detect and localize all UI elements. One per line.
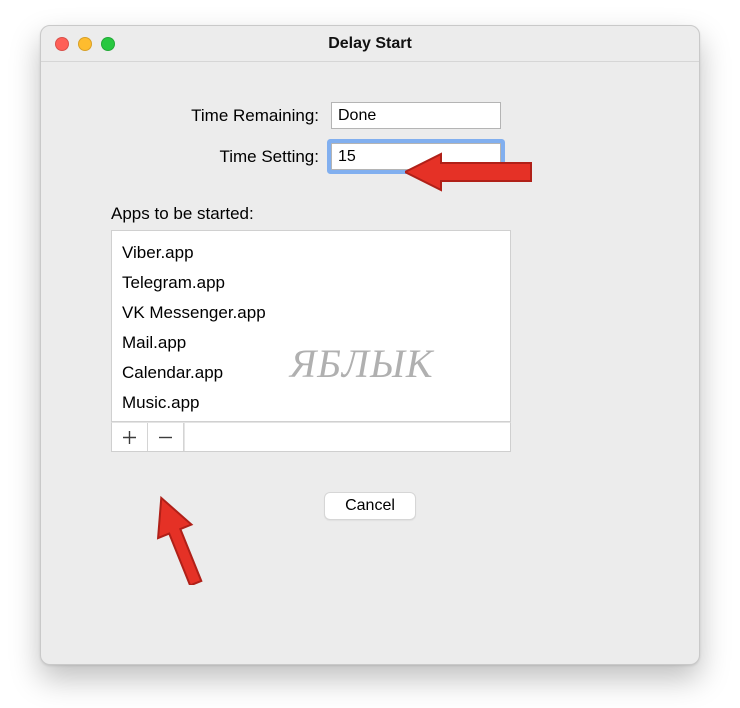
cancel-row: Cancel [111, 492, 629, 520]
list-item[interactable]: Telegram.app [122, 268, 500, 298]
apps-list[interactable]: Viber.app Telegram.app VK Messenger.app … [111, 230, 511, 422]
controls-spacer [184, 423, 510, 451]
list-item[interactable]: Viber.app [122, 238, 500, 268]
list-item[interactable]: Mail.app [122, 328, 500, 358]
time-remaining-row: Time Remaining: Done [111, 102, 629, 129]
list-controls [111, 422, 511, 452]
dialog-window: Delay Start Time Remaining: Done Time Se… [40, 25, 700, 665]
list-item[interactable]: Calendar.app [122, 358, 500, 388]
plus-icon [122, 430, 137, 445]
time-remaining-label: Time Remaining: [111, 106, 331, 126]
list-item[interactable]: Music.app [122, 388, 500, 418]
apps-label: Apps to be started: [111, 204, 629, 224]
content-area: Time Remaining: Done Time Setting: 15 Ap… [41, 62, 699, 520]
minus-icon [158, 430, 173, 445]
time-setting-input[interactable]: 15 [331, 143, 501, 170]
cancel-button[interactable]: Cancel [324, 492, 416, 520]
time-setting-row: Time Setting: 15 [111, 143, 629, 170]
window-title: Delay Start [41, 26, 699, 62]
time-setting-label: Time Setting: [111, 147, 331, 167]
titlebar: Delay Start [41, 26, 699, 62]
list-item[interactable]: VK Messenger.app [122, 298, 500, 328]
remove-button[interactable] [148, 423, 184, 451]
add-button[interactable] [112, 423, 148, 451]
time-remaining-field[interactable]: Done [331, 102, 501, 129]
